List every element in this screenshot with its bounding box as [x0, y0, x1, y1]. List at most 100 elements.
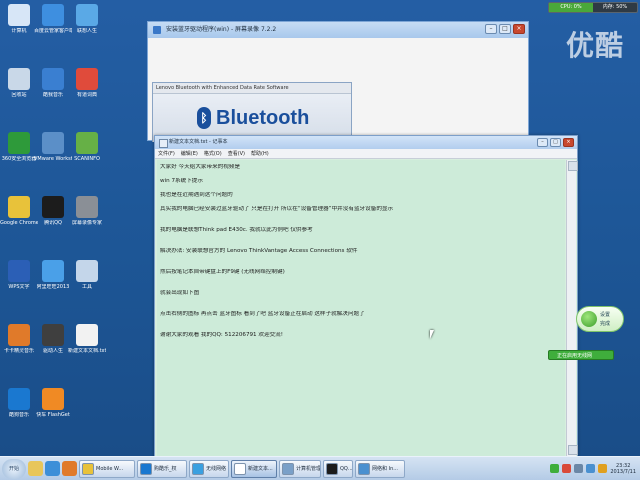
close-button[interactable]: ×: [513, 24, 525, 34]
recorder-icon: [76, 196, 98, 218]
desktop-icon-label: 屏幕录像专家: [71, 220, 102, 226]
ime-icon[interactable]: [562, 464, 572, 473]
text-line: [160, 262, 562, 269]
memory-usage: 内存: 50%: [602, 4, 628, 10]
desktop-icon-label: 计算机: [11, 28, 27, 34]
widget-line-2: 完成: [600, 321, 611, 327]
clock[interactable]: 23:32 2013/7/11: [610, 463, 636, 475]
desktop-icon[interactable]: 百度云管家客户端: [34, 4, 72, 34]
notepad-titlebar[interactable]: 新建文本文档.txt - 记事本 – □ ×: [155, 136, 577, 149]
notepad-title: 新建文本文档.txt - 记事本: [169, 139, 228, 145]
desktop-icon[interactable]: 卡卡精灵音乐: [0, 324, 38, 354]
volume-icon[interactable]: [574, 464, 584, 473]
desktop-icon-label: 卡卡精灵音乐: [3, 348, 34, 354]
scan-icon: [76, 132, 98, 154]
close-button[interactable]: ×: [563, 138, 574, 147]
battery-icon[interactable]: [550, 464, 560, 473]
baidu-cloud-icon: [42, 4, 64, 26]
desktop-icon[interactable]: SCANINFO: [68, 132, 106, 162]
minimize-button[interactable]: –: [537, 138, 548, 147]
taskbar-button[interactable]: 新建文本...: [231, 459, 277, 478]
text-line: [160, 255, 562, 262]
taskbar-button-label: Mobile W...: [96, 465, 124, 472]
folder-icon[interactable]: [28, 461, 43, 476]
bluetooth-installer-window[interactable]: Lenovo Bluetooth with Enhanced Data Rate…: [152, 82, 352, 142]
desktop-icon[interactable]: VMware Workstation: [34, 132, 72, 162]
desktop-icon-label: 工具: [81, 284, 92, 290]
flag-icon[interactable]: [598, 464, 608, 473]
text-line: [160, 220, 562, 227]
desktop-icon[interactable]: 酷狗音乐: [0, 388, 38, 418]
desktop: 计算机 百度云管家客户端 联想人生回收站 酷我音乐 有道词典 360安全浏览器 VMware…: [0, 0, 640, 459]
ie-icon[interactable]: [45, 461, 60, 476]
text-line: [160, 318, 562, 325]
taskbar-button-label: 网络和 In...: [372, 466, 399, 472]
taskbar-button-label: 无线网络: [206, 466, 227, 472]
text-line: 然后按笔记本自带键盘上的F9键 (无线网络控制键): [160, 269, 285, 275]
desktop-icon[interactable]: 屏幕录像专家: [68, 196, 106, 226]
wps-icon: [8, 260, 30, 282]
text-line: [160, 276, 562, 283]
desktop-icon[interactable]: 回收站: [0, 68, 38, 98]
text-line: [160, 304, 562, 311]
mouse-pointer-icon: [430, 330, 434, 339]
vmware-icon: [42, 132, 64, 154]
desktop-icon-label: VMware Workstation: [34, 156, 72, 162]
tools-icon: [76, 260, 98, 282]
desktop-icon-label: 酷狗音乐: [8, 412, 29, 418]
notepad-window[interactable]: 新建文本文档.txt - 记事本 – □ × 文件(F) 编辑(E) 格式(O) 查看…: [154, 135, 578, 459]
system-tray: 23:32 2013/7/11: [550, 459, 640, 479]
maximize-button[interactable]: □: [550, 138, 561, 147]
taskbar-button[interactable]: 网络和 In...: [355, 459, 405, 478]
chrome-icon: [8, 196, 30, 218]
desktop-icon[interactable]: 快车 FlashGet: [34, 388, 72, 418]
notepad-text-area[interactable]: 大家好 今天给大家带来的视频是 win 7系统下提示 我也是在近期遇到这个问题的…: [157, 160, 565, 456]
desktop-icon[interactable]: 有道词典: [68, 68, 106, 98]
desktop-icon[interactable]: WPS文字: [0, 260, 38, 290]
menu-item[interactable]: 格式(O): [204, 149, 222, 158]
desktop-icon[interactable]: 酷我音乐: [34, 68, 72, 98]
maximize-button[interactable]: □: [499, 24, 511, 34]
text-line: 我也是在近期遇到这个问题的: [160, 192, 233, 198]
text-line: 谢谢大家的观看 我的QQ: 512206791 欢迎交流!: [160, 332, 284, 338]
bluetooth-icon: ᛒ: [197, 107, 211, 129]
desktop-icon-label: 酷我音乐: [42, 92, 63, 98]
desktop-icon[interactable]: 驱动人生: [34, 324, 72, 354]
text-line: [160, 171, 562, 178]
wireless-toggle-widget[interactable]: 设置 完成: [576, 306, 624, 332]
desktop-icon[interactable]: 计算机: [0, 4, 38, 34]
start-button[interactable]: 开始: [2, 458, 26, 479]
taskbar-button[interactable]: 购酷乐_权: [137, 459, 187, 478]
taskbar-button[interactable]: 无线网络: [189, 459, 229, 478]
desktop-icon[interactable]: 工具: [68, 260, 106, 290]
taskbar-button-label: 购酷乐_权: [154, 466, 177, 472]
desktop-icon-label: 百度云管家客户端: [34, 28, 72, 34]
desktop-icon[interactable]: 阿里旺旺2013: [34, 260, 72, 290]
desktop-icon[interactable]: 腾讯QQ: [34, 196, 72, 226]
taskbar-button[interactable]: QQ...: [323, 459, 353, 478]
menu-item[interactable]: 编辑(E): [181, 149, 198, 158]
vertical-scrollbar[interactable]: [566, 160, 578, 456]
text-line: 大家好 今天给大家带来的视频是: [160, 164, 241, 170]
flashget-icon: [42, 388, 64, 410]
menu-item[interactable]: 查看(V): [228, 149, 245, 158]
desktop-icon-label: 回收站: [11, 92, 27, 98]
desktop-icon[interactable]: 联想人生: [68, 4, 106, 34]
text-line: [160, 297, 562, 304]
menu-item[interactable]: 帮助(H): [251, 149, 269, 158]
text-line: 解决办法: 安装联想官方的 Lenovo ThinkVantage Access…: [160, 248, 358, 254]
taskbar-button[interactable]: 计算机管理: [279, 459, 321, 478]
qq-icon: [42, 196, 64, 218]
media-icon[interactable]: [62, 461, 77, 476]
bluetooth-logo-text: Bluetooth: [216, 106, 310, 129]
desktop-icon[interactable]: Google Chrome: [0, 196, 38, 226]
menu-item[interactable]: 文件(F): [158, 149, 175, 158]
desktop-icon-label: 阿里旺旺2013: [36, 284, 70, 290]
wifi-icon[interactable]: [586, 464, 596, 473]
desktop-icon[interactable]: 360安全浏览器: [0, 132, 38, 162]
minimize-button[interactable]: –: [485, 24, 497, 34]
desktop-icon[interactable]: 新建文本文档.txt: [68, 324, 106, 354]
screen-recorder-titlebar[interactable]: 安装蓝牙驱动程序(win) - 屏幕录像 7.2.2 – □ ×: [148, 22, 528, 38]
taskbar-button[interactable]: Mobile W...: [79, 459, 135, 478]
lenovo-life-icon: [76, 4, 98, 26]
